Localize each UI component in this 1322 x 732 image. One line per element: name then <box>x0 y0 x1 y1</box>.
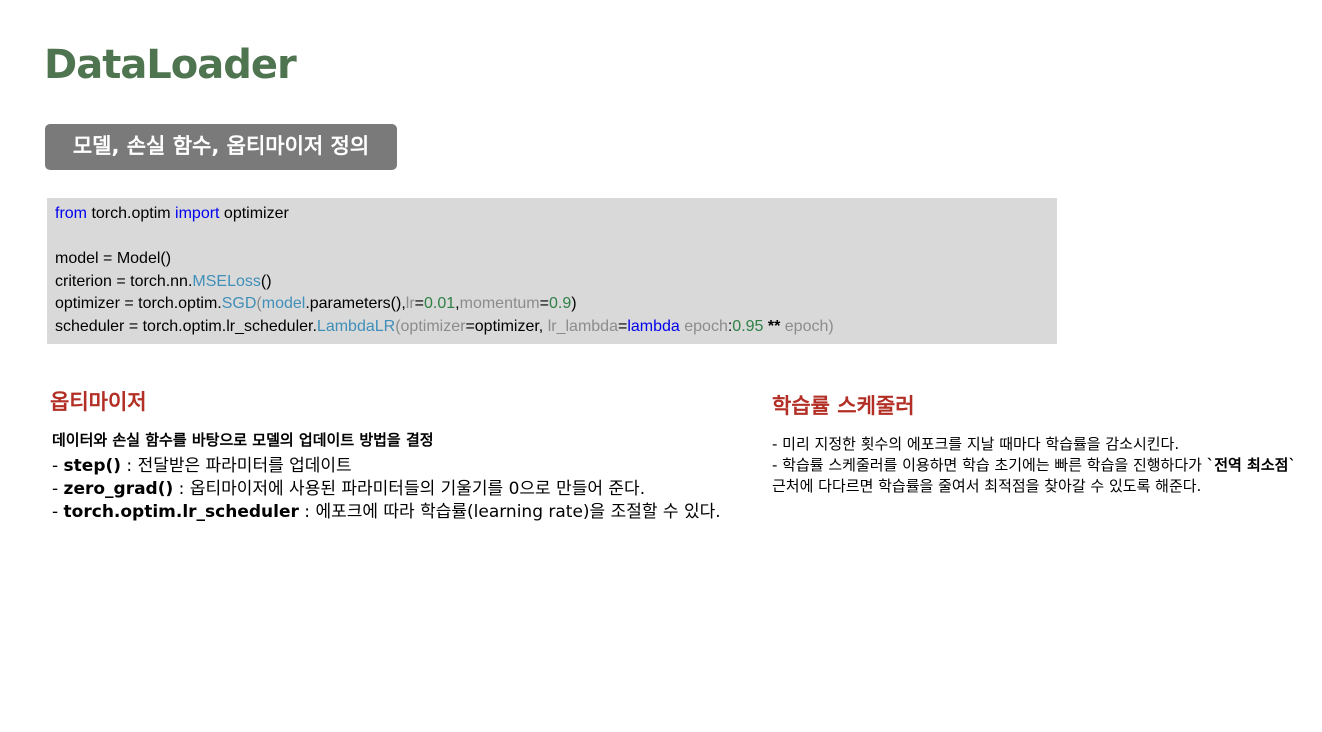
param-epoch: epoch <box>684 317 728 335</box>
keyword-lambda: lambda <box>627 317 680 335</box>
optimizer-heading: 옵티마이저 <box>50 390 147 414</box>
item-dash: - <box>52 502 64 522</box>
slide-title: DataLoader <box>44 42 297 88</box>
power-operator: ** <box>763 317 785 335</box>
code-block: from torch.optim import optimizer model … <box>47 198 1057 344</box>
keyword-import: import <box>175 205 220 222</box>
item-term: torch.optim.lr_scheduler <box>63 502 299 522</box>
equals-lambda: = <box>617 317 628 335</box>
list-item: - zero_grad() : 옵티마이저에 사용된 파라미터들의 기울기를 0… <box>52 478 742 501</box>
item-dash: - <box>52 456 64 476</box>
value-momentum: 0.9 <box>548 295 572 312</box>
scheduler-lhs: scheduler = torch.optim.lr_scheduler. <box>55 317 317 335</box>
equals-optimizer: =optimizer, <box>465 317 548 335</box>
param-lr: lr <box>405 295 415 312</box>
code-line-optimizer: optimizer = torch.optim.SGD(model.parame… <box>55 293 1049 316</box>
item-desc: : 옵티마이저에 사용된 파라미터들의 기울기를 0으로 만들어 준다. <box>173 479 646 499</box>
param-model: model <box>261 295 306 312</box>
optimizer-section: 데이터와 손실 함수를 바탕으로 모델의 업데이트 방법을 결정 - step(… <box>52 430 752 524</box>
paren-close: ) <box>828 317 834 335</box>
scheduler-section: - 미리 지정한 횟수의 에포크를 지날 때마다 학습률을 감소시킨다. - 학… <box>772 434 1312 497</box>
item-term: zero_grad() <box>63 479 174 499</box>
keyword-from: from <box>55 205 87 222</box>
global-minimum-term: `전역 최소점` <box>1206 456 1296 474</box>
item-term: step() <box>63 456 122 476</box>
code-line-criterion: criterion = torch.nn.MSELoss() <box>55 271 1049 294</box>
section-badge: 모델, 손실 함수, 옵티마이저 정의 <box>45 124 397 170</box>
value-lr: 0.01 <box>424 295 456 312</box>
criterion-rest: () <box>260 272 272 290</box>
item-desc: : 에포크에 따라 학습률(learning rate)을 조절할 수 있다. <box>298 502 721 522</box>
scheduler-heading: 학습률 스케줄러 <box>772 394 915 418</box>
function-mseloss: MSELoss <box>192 272 261 290</box>
optimizer-summary: 데이터와 손실 함수를 바탕으로 모델의 업데이트 방법을 결정 <box>52 431 434 449</box>
parameters-call: .parameters(), <box>305 295 406 312</box>
param-momentum: momentum <box>459 295 540 312</box>
equals-lr: = <box>414 295 425 312</box>
function-sgd: SGD <box>221 295 257 312</box>
param-optimizer: optimizer <box>400 317 466 335</box>
scheduler-line-2-post: 근처에 다다르면 학습률을 줄여서 최적점을 찾아갈 수 있도록 해준다. <box>772 477 1202 495</box>
code-line-import: from torch.optim import optimizer <box>55 203 1049 226</box>
scheduler-line-1: - 미리 지정한 횟수의 에포크를 지날 때마다 학습률을 감소시킨다. <box>772 435 1180 453</box>
module-name: torch.optim <box>87 205 176 222</box>
value-base: 0.95 <box>732 317 764 335</box>
function-lambdalr: LambdaLR <box>316 317 396 335</box>
param-lr-lambda: lr_lambda <box>547 317 618 335</box>
param-epoch-exponent: epoch <box>784 317 829 335</box>
list-item: - step() : 전달받은 파라미터를 업데이트 <box>52 455 742 478</box>
item-dash: - <box>52 479 64 499</box>
code-line-model: model = Model() <box>55 250 172 267</box>
criterion-lhs: criterion = torch.nn. <box>55 272 193 290</box>
scheduler-line-2: - 학습률 스케줄러를 이용하면 학습 초기에는 빠른 학습을 진행하다가 `전… <box>772 455 1312 497</box>
scheduler-line-2-pre: - 학습률 스케줄러를 이용하면 학습 초기에는 빠른 학습을 진행하다가 <box>772 456 1207 474</box>
code-line-scheduler: scheduler = torch.optim.lr_scheduler.Lam… <box>55 316 1049 339</box>
equals-momentum: = <box>539 295 549 312</box>
import-name: optimizer <box>219 205 289 222</box>
item-desc: : 전달받은 파라미터를 업데이트 <box>121 456 352 476</box>
list-item: - torch.optim.lr_scheduler : 에포크에 따라 학습률… <box>52 501 742 524</box>
optimizer-lhs: optimizer = torch.optim. <box>55 295 222 312</box>
slide: DataLoader 모델, 손실 함수, 옵티마이저 정의 from torc… <box>0 0 1322 732</box>
paren-close: ) <box>571 295 577 312</box>
